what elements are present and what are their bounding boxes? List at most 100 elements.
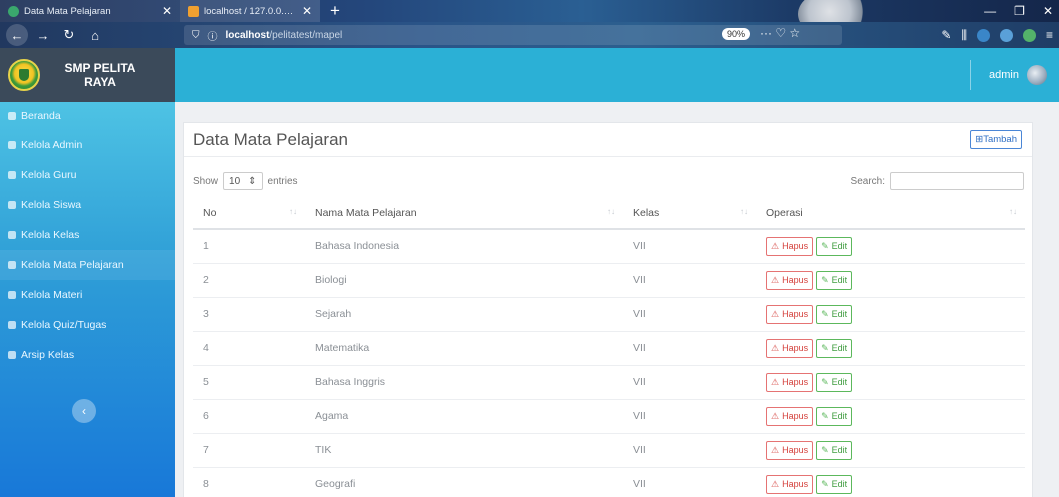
sort-icon: ↑↓ xyxy=(740,207,748,216)
sidebar-item-label: Kelola Materi xyxy=(21,289,83,301)
cell-no: 2 xyxy=(193,263,305,298)
panel-header: Data Mata Pelajaran ⊞Tambah xyxy=(184,123,1032,157)
main-content: Data Mata Pelajaran ⊞Tambah Show 10 ⇕ en… xyxy=(175,102,1059,497)
back-arrow-icon[interactable]: ← xyxy=(6,24,28,46)
library-icon[interactable]: ⫼ xyxy=(961,28,967,43)
menu-icon[interactable]: ≡ xyxy=(1046,28,1053,42)
user-menu[interactable]: admin xyxy=(970,60,1047,90)
cell-operasi: ⚠ Hapus ✎ Edit xyxy=(756,229,1025,264)
delete-button[interactable]: ⚠ Hapus xyxy=(766,474,814,494)
delete-button[interactable]: ⚠ Hapus xyxy=(766,236,814,256)
sidebar-item-kelola-siswa[interactable]: Kelola Siswa xyxy=(0,190,175,220)
cell-nama: Sejarah xyxy=(305,297,623,332)
zoom-level-badge[interactable]: 90% xyxy=(722,28,751,40)
minimize-icon[interactable]: — xyxy=(984,4,996,18)
table-body: 1 Bahasa Indonesia VII ⚠ Hapus ✎ Edit 2 Biologi V… xyxy=(193,229,1025,497)
warning-icon: ⚠ xyxy=(771,240,780,251)
delete-label: Hapus xyxy=(782,479,809,489)
edit-icon: ✎ xyxy=(821,308,829,319)
close-tab-icon[interactable]: ✕ xyxy=(162,4,172,18)
warning-icon: ⚠ xyxy=(771,342,780,353)
shield-icon[interactable]: ⛉ xyxy=(192,30,200,41)
delete-label: Hapus xyxy=(782,377,809,387)
restore-icon[interactable]: ❐ xyxy=(1014,4,1025,18)
cell-operasi: ⚠ Hapus ✎ Edit xyxy=(756,365,1025,400)
edit-button[interactable]: ✎ Edit xyxy=(816,236,853,256)
tab-title: localhost / 127.0.0.1 / pelita / a xyxy=(204,5,297,17)
cell-kelas: VII xyxy=(623,263,756,298)
delete-button[interactable]: ⚠ Hapus xyxy=(766,270,814,290)
sidebar-item-kelola-kelas[interactable]: Kelola Kelas xyxy=(0,220,175,250)
edit-button[interactable]: ✎ Edit xyxy=(816,440,853,460)
extension-icon[interactable] xyxy=(976,28,990,42)
sidebar-item-beranda[interactable]: Beranda xyxy=(0,102,175,130)
cell-nama: Geografi xyxy=(305,467,623,497)
edit-label: Edit xyxy=(831,309,848,319)
delete-button[interactable]: ⚠ Hapus xyxy=(766,440,814,460)
sort-icon: ↑↓ xyxy=(607,207,615,216)
warning-icon: ⚠ xyxy=(771,376,780,387)
search-input[interactable] xyxy=(890,172,1024,190)
brand[interactable]: SMP PELITA RAYA xyxy=(0,48,175,102)
home-icon[interactable]: ⌂ xyxy=(84,24,106,46)
page-actions[interactable]: ··· ♡ ☆ xyxy=(760,26,800,40)
new-tab-button[interactable]: + xyxy=(320,0,350,22)
sidebar-item-label: Kelola Admin xyxy=(21,139,83,151)
length-control: Show 10 ⇕ entries xyxy=(193,172,298,190)
app-header: SMP PELITA RAYA admin xyxy=(0,48,1059,102)
close-window-icon[interactable]: ✕ xyxy=(1043,4,1053,18)
sidebar-item-kelola-mata-pelajaran[interactable]: Kelola Mata Pelajaran xyxy=(0,250,175,280)
column-header-no[interactable]: No ↑↓ xyxy=(193,198,305,230)
address-bar[interactable]: ⛉ ⓘ localhost/pelitatest/mapel 90% ··· ♡… xyxy=(184,25,842,45)
edit-button[interactable]: ✎ Edit xyxy=(816,372,853,392)
edit-button[interactable]: ✎ Edit xyxy=(816,338,853,358)
sidebar-item-kelola-materi[interactable]: Kelola Materi xyxy=(0,280,175,310)
sidebar-item-arsip-kelas[interactable]: Arsip Kelas xyxy=(0,340,175,370)
browser-tab-inactive[interactable]: Data Mata Pelajaran ✕ xyxy=(0,0,180,22)
list-icon xyxy=(8,321,16,329)
select-arrows-icon: ⇕ xyxy=(248,175,257,187)
edit-button[interactable]: ✎ Edit xyxy=(816,406,853,426)
tools-icon[interactable]: ✎ xyxy=(941,28,951,42)
browser-tab-active[interactable]: localhost / 127.0.0.1 / pelita / a ✕ xyxy=(180,0,320,22)
entries-select[interactable]: 10 ⇕ xyxy=(223,172,263,190)
forward-arrow-icon[interactable]: → xyxy=(32,24,54,46)
url-path: /pelitatest/mapel xyxy=(269,29,343,41)
sort-icon: ↑↓ xyxy=(289,207,297,216)
add-button[interactable]: ⊞Tambah xyxy=(970,130,1022,149)
extension-icon[interactable] xyxy=(999,28,1013,42)
delete-button[interactable]: ⚠ Hapus xyxy=(766,372,814,392)
warning-icon: ⚠ xyxy=(771,444,780,455)
edit-button[interactable]: ✎ Edit xyxy=(816,474,853,494)
user-name[interactable]: admin xyxy=(989,69,1019,81)
sidebar-collapse-button[interactable]: ‹ xyxy=(72,399,96,423)
delete-button[interactable]: ⚠ Hapus xyxy=(766,338,814,358)
sidebar-item-kelola-admin[interactable]: Kelola Admin xyxy=(0,130,175,160)
delete-label: Hapus xyxy=(782,241,809,252)
close-tab-icon[interactable]: ✕ xyxy=(302,4,312,18)
column-header-operasi[interactable]: Operasi ↑↓ xyxy=(756,198,1025,230)
cell-nama: Bahasa Inggris xyxy=(305,365,623,400)
sidebar-item-kelola-guru[interactable]: Kelola Guru xyxy=(0,160,175,190)
reload-icon[interactable]: ↻ xyxy=(58,24,80,46)
edit-label: Edit xyxy=(831,479,848,489)
cell-operasi: ⚠ Hapus ✎ Edit xyxy=(756,331,1025,366)
info-icon[interactable]: ⓘ xyxy=(208,28,218,43)
edit-icon: ✎ xyxy=(821,444,829,455)
entries-value: 10 xyxy=(229,175,241,187)
delete-label: Hapus xyxy=(782,309,809,319)
column-header-nama[interactable]: Nama Mata Pelajaran ↑↓ xyxy=(305,198,623,230)
edit-button[interactable]: ✎ Edit xyxy=(816,304,853,324)
column-header-kelas[interactable]: Kelas ↑↓ xyxy=(623,198,756,230)
delete-button[interactable]: ⚠ Hapus xyxy=(766,406,814,426)
page-title: Data Mata Pelajaran xyxy=(193,129,348,149)
avatar[interactable] xyxy=(1027,65,1047,85)
edit-button[interactable]: ✎ Edit xyxy=(816,270,853,290)
extension-icon[interactable] xyxy=(1022,28,1036,42)
delete-button[interactable]: ⚠ Hapus xyxy=(766,304,814,324)
warning-icon: ⚠ xyxy=(771,308,780,319)
theme-moon-decoration xyxy=(798,0,868,22)
cell-no: 6 xyxy=(193,399,305,434)
sidebar-item-kelola-quiz-tugas[interactable]: Kelola Quiz/Tugas xyxy=(0,310,175,340)
delete-label: Hapus xyxy=(782,275,809,285)
